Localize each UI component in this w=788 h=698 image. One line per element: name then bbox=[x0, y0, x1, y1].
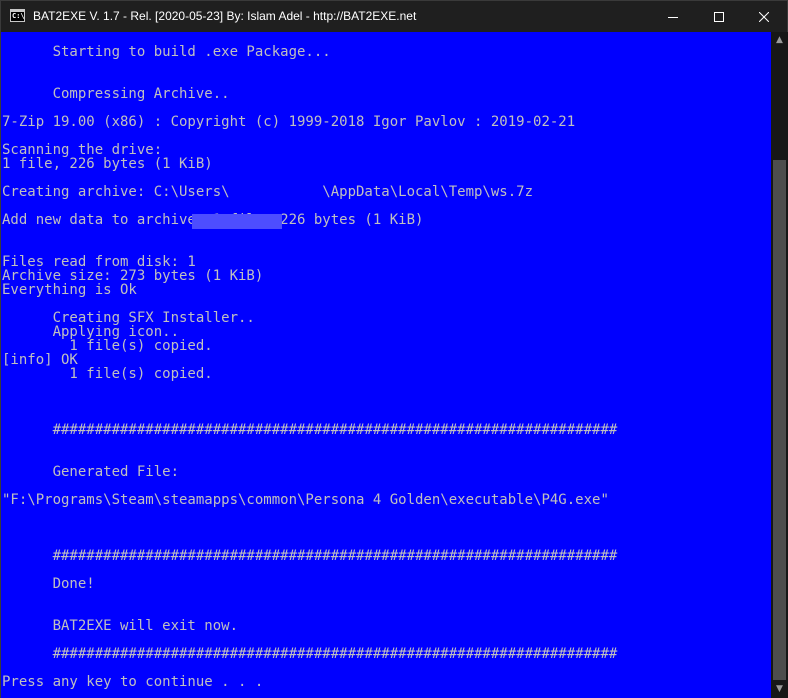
title-bar[interactable]: C:\ BAT2EXE V. 1.7 - Rel. [2020-05-23] B… bbox=[1, 1, 787, 32]
console-line: Files read from disk: 1 bbox=[2, 254, 196, 270]
console-line: 1 file, 226 bytes (1 KiB) bbox=[2, 156, 213, 172]
close-icon bbox=[759, 11, 769, 22]
console-line: Done! bbox=[2, 576, 95, 592]
console-line: Creating archive: C:\Users\ \AppData\Loc… bbox=[2, 184, 534, 200]
console-line: Archive size: 273 bytes (1 KiB) bbox=[2, 268, 264, 284]
console-line: 1 file(s) copied. bbox=[2, 338, 213, 354]
console-line: Everything is Ok bbox=[2, 282, 137, 298]
minimize-button[interactable] bbox=[650, 1, 696, 32]
scroll-down-button[interactable]: ▼ bbox=[771, 681, 788, 698]
console-line: Compressing Archive.. bbox=[2, 86, 230, 102]
console-line: BAT2EXE will exit now. bbox=[2, 618, 239, 634]
minimize-icon bbox=[668, 16, 678, 18]
scroll-thumb[interactable] bbox=[773, 160, 786, 680]
console-text: Starting to build .exe Package... Compre… bbox=[2, 32, 617, 689]
separator-line: ########################################… bbox=[2, 548, 618, 564]
close-button[interactable] bbox=[741, 1, 787, 32]
console-line: Generated File: bbox=[2, 464, 180, 480]
window-title: BAT2EXE V. 1.7 - Rel. [2020-05-23] By: I… bbox=[33, 9, 417, 23]
console-output[interactable]: Starting to build .exe Package... Compre… bbox=[1, 32, 771, 698]
generated-file-path: "F:\Programs\Steam\steamapps\common\Pers… bbox=[2, 492, 609, 508]
console-window: C:\ BAT2EXE V. 1.7 - Rel. [2020-05-23] B… bbox=[0, 0, 788, 698]
scroll-up-button[interactable]: ▲ bbox=[771, 32, 788, 49]
vertical-scrollbar[interactable]: ▲ ▼ bbox=[771, 32, 788, 698]
separator-line: ########################################… bbox=[2, 422, 618, 438]
console-line: Scanning the drive: bbox=[2, 142, 163, 158]
maximize-button[interactable] bbox=[696, 1, 742, 32]
separator-line: ########################################… bbox=[2, 646, 618, 662]
console-line: Applying icon.. bbox=[2, 324, 180, 340]
maximize-icon bbox=[714, 11, 724, 22]
console-icon[interactable]: C:\ bbox=[10, 9, 25, 22]
prompt-line: Press any key to continue . . . bbox=[2, 674, 264, 690]
redacted-username bbox=[192, 214, 282, 229]
console-line: 1 file(s) copied. bbox=[2, 366, 213, 382]
console-line: Starting to build .exe Package... bbox=[2, 44, 331, 60]
console-line: Creating SFX Installer.. bbox=[2, 310, 255, 326]
console-icon-label: C:\ bbox=[12, 12, 25, 20]
console-line: 7-Zip 19.00 (x86) : Copyright (c) 1999-2… bbox=[2, 114, 576, 130]
console-line: [info] OK bbox=[2, 352, 78, 368]
